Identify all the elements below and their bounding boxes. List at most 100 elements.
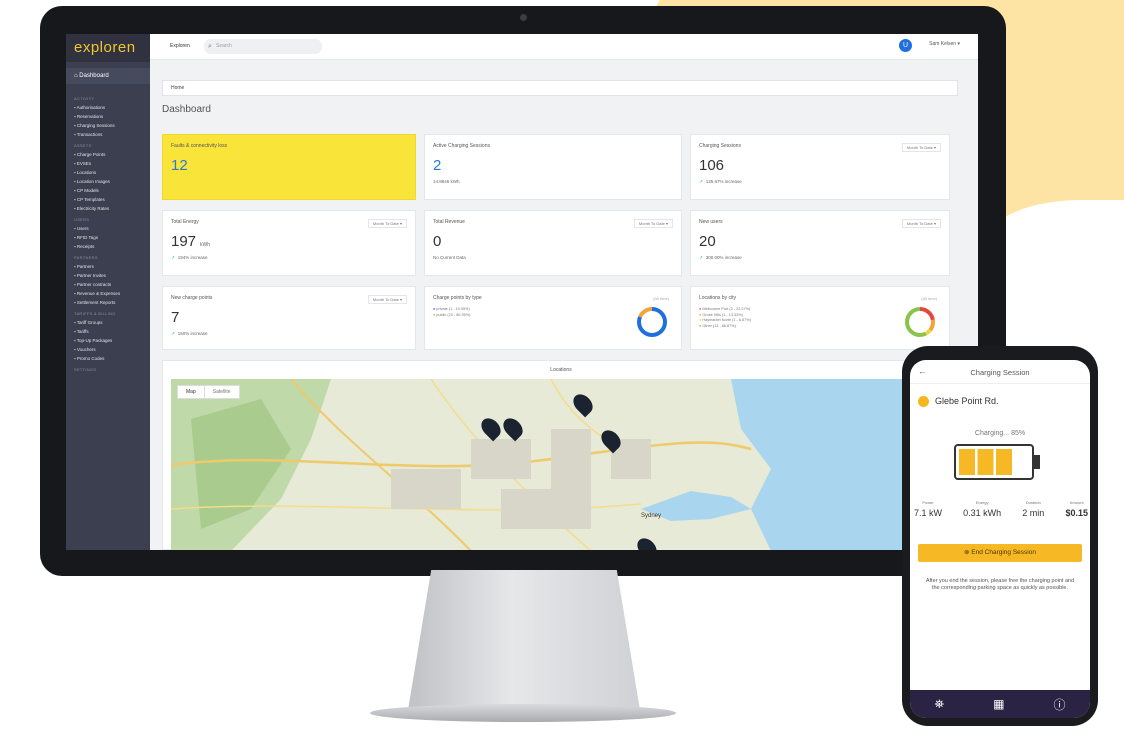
breadcrumb[interactable]: Home [162, 80, 958, 96]
chart-legend: ● private (1 - 19.05%) ● public (23 - 80.… [433, 307, 470, 318]
sidebar-item[interactable]: Locations [66, 168, 150, 177]
sidebar-item[interactable]: CP Templates [66, 195, 150, 204]
card-title: Charging Sessions [699, 143, 741, 149]
sidebar-item[interactable]: RFID Tags [66, 233, 150, 242]
page-title: Dashboard [162, 104, 211, 115]
trend-up-icon: ↗ [699, 255, 703, 260]
cp-by-type-card[interactable]: Charge points by type (All time) ● priva… [424, 286, 682, 350]
card-title: Charge points by type [433, 295, 482, 301]
sidebar-item[interactable]: Vouchers [66, 345, 150, 354]
sidebar-item[interactable]: Receipts [66, 242, 150, 251]
qr-code-icon[interactable]: ▦ [993, 697, 1004, 711]
locations-by-city-card[interactable]: Locations by city (All time) ● Melbourne… [690, 286, 950, 350]
sidebar-item-dashboard[interactable]: ⌂ Dashboard [66, 68, 150, 84]
avatar[interactable]: U [899, 39, 912, 52]
phone: ← Charging Session Glebe Point Rd. Charg… [902, 346, 1098, 726]
session-stat: Power 7.1 kW [914, 500, 943, 518]
battery-cell [977, 449, 994, 475]
app-logo[interactable]: exploren [66, 34, 150, 62]
user-menu[interactable]: Sam Kelsen ▾ [929, 41, 960, 47]
sidebar-item[interactable]: Partners [66, 262, 150, 271]
card-subtext: No Current Data [433, 255, 466, 260]
session-note: After you end the session, please free t… [925, 578, 1075, 591]
sidebar-item[interactable]: Charging Sessions [66, 121, 150, 130]
sidebar-item[interactable]: EVSEs [66, 159, 150, 168]
sidebar-section-title: Tariffs & Billing [74, 311, 116, 316]
period-dropdown[interactable]: Month To Date ▾ [367, 295, 407, 304]
battery-cell [996, 449, 1012, 475]
sidebar-item[interactable]: Tariffs [66, 327, 150, 336]
card-title: New charge points [171, 295, 213, 301]
legend-item: ● Other (13 - 86.67%) [699, 323, 736, 328]
period-tag: (All time) [653, 296, 669, 301]
dashboard-screen: exploren ⌂ Dashboard Activity Authorisati… [66, 34, 978, 550]
total-energy-card[interactable]: Total Energy Month To Date ▾ 197 kWh ↗ 194… [162, 210, 416, 276]
sidebar-section-title: Users [74, 217, 90, 222]
card-value: 2 [433, 157, 442, 174]
mobile-app-screen: ← Charging Session Glebe Point Rd. Charg… [910, 360, 1090, 718]
sidebar-section-title: Settings [74, 367, 97, 372]
sidebar-item[interactable]: Users [66, 224, 150, 233]
trend-up-icon: ↗ [171, 255, 175, 260]
new-users-card[interactable]: New users Month To Date ▾ 20 ↗ 300.00% in… [690, 210, 950, 276]
period-dropdown[interactable]: Month To Date ▾ [367, 219, 407, 228]
card-value: 197 kWh [171, 233, 211, 250]
locations-map[interactable]: Map Satellite Sydney [171, 379, 951, 550]
new-charge-points-card[interactable]: New charge points Month To Date ▾ 7 ↗ 150… [162, 286, 416, 350]
sidebar-item[interactable]: Top-Up Packages [66, 336, 150, 345]
mobile-title: Charging Session [970, 368, 1030, 377]
session-stat: Energy 0.31 kWh [963, 500, 1002, 518]
legend-item: ● public (23 - 80.95%) [433, 312, 471, 317]
session-stat: Duration 2 min [1022, 500, 1045, 518]
session-stats: Power 7.1 kW Energy 0.31 kWh Duration 2 min Am… [914, 500, 1088, 518]
info-icon[interactable]: ⓘ [1053, 696, 1065, 713]
search-input[interactable]: ⌕ Search [204, 39, 322, 54]
monitor: exploren ⌂ Dashboard Activity Authorisati… [40, 6, 1006, 576]
map-pin-icon[interactable]: ⛯ [935, 697, 945, 712]
map-canvas[interactable] [171, 379, 951, 550]
battery-tip [1034, 455, 1040, 469]
card-subtext: ↗ 150% increase [171, 331, 208, 336]
sidebar-section-title: Assets [74, 143, 92, 148]
card-subtext: ↗ 135.67% increase [699, 179, 742, 184]
trend-up-icon: ↗ [171, 331, 175, 336]
monitor-base [370, 704, 676, 722]
card-value: 12 [171, 157, 188, 174]
battery-icon [954, 444, 1040, 480]
sidebar-item[interactable]: Promo Codes [66, 354, 150, 363]
sidebar-item[interactable]: Charge Points [66, 150, 150, 159]
faults-card[interactable]: Faults & connectivity loss 12 [162, 134, 416, 200]
sidebar-item[interactable]: CP Models [66, 186, 150, 195]
mobile-bottom-nav: ⛯ ▦ ⓘ [910, 690, 1090, 718]
charging-sessions-card[interactable]: Charging Sessions Month To Date ▾ 106 ↗ 1… [690, 134, 950, 200]
active-sessions-card[interactable]: Active Charging Sessions 2 14.8846 kWh [424, 134, 682, 200]
sidebar-item[interactable]: Authorisations [66, 103, 150, 112]
sidebar-item[interactable]: Revenue & Expenses [66, 289, 150, 298]
workspace-name[interactable]: Exploren [170, 43, 190, 49]
tab-map[interactable]: Map [178, 386, 204, 398]
sidebar-item[interactable]: Electricity Rates [66, 204, 150, 213]
period-dropdown[interactable]: Month To Date ▾ [901, 219, 941, 228]
card-subtext: ↗ 194% increase [171, 255, 208, 260]
sidebar-section-title: Partners [74, 255, 98, 260]
tab-satellite[interactable]: Satellite [203, 386, 239, 398]
card-value: 0 [433, 233, 442, 250]
card-title: Locations [550, 367, 572, 373]
charging-status: Charging... 85% [974, 430, 1026, 437]
period-dropdown[interactable]: Month To Date ▾ [633, 219, 673, 228]
trend-up-icon: ↗ [699, 179, 703, 184]
sidebar-item[interactable]: Partner contracts [66, 280, 150, 289]
sidebar-item[interactable]: Transactions [66, 130, 150, 139]
sidebar-item[interactable]: Partner Invites [66, 271, 150, 280]
sidebar-item[interactable]: Reservations [66, 112, 150, 121]
card-title: New users [699, 219, 723, 225]
sidebar-item[interactable]: Tariff Groups [66, 318, 150, 327]
sidebar-item[interactable]: Location Images [66, 177, 150, 186]
chevron-down-icon: ▾ [957, 41, 960, 47]
period-dropdown[interactable]: Month To Date ▾ [901, 143, 941, 152]
map-type-tabs: Map Satellite [177, 385, 240, 399]
end-charging-session-button[interactable]: ⊗ End Charging Session [918, 544, 1082, 562]
sidebar-item[interactable]: Settlement Reports [66, 298, 150, 307]
chart-legend: ● Melbourne Port (2 - 22.27%) ● Grose Hil… [699, 307, 751, 329]
total-revenue-card[interactable]: Total Revenue Month To Date ▾ 0 No Curre… [424, 210, 682, 276]
